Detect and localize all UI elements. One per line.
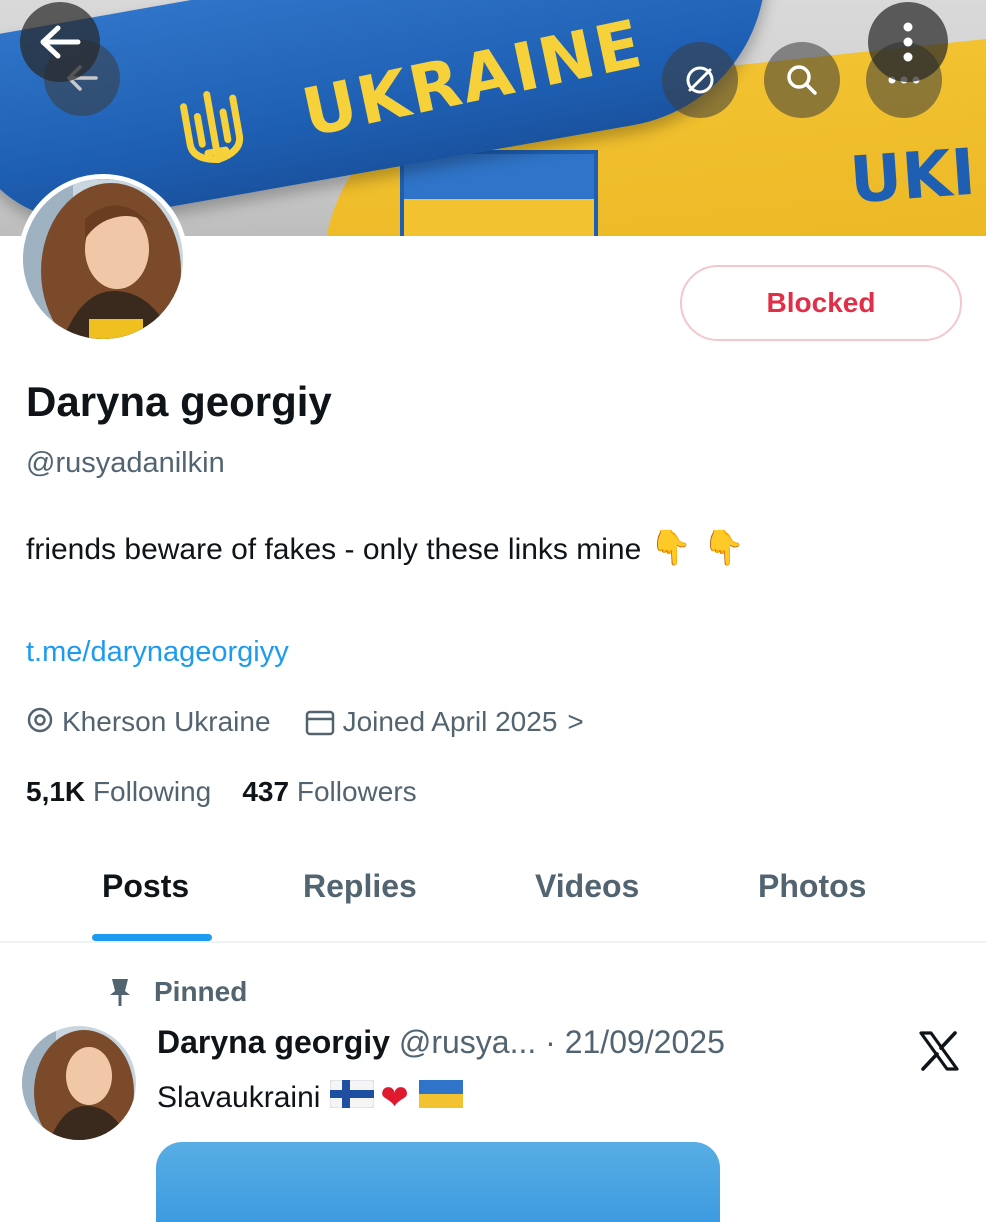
profile-link[interactable]: t.me/darynageorgiyy	[26, 636, 289, 669]
profile-stats: 5,1K Following 437 Followers	[26, 776, 417, 808]
location-icon	[26, 707, 54, 737]
tab-videos[interactable]: Videos	[535, 868, 639, 905]
following-label: Following	[92, 776, 212, 807]
blocked-button[interactable]: Blocked	[680, 265, 962, 341]
search-icon	[787, 65, 817, 95]
profile-handle: @rusyadanilkin	[26, 447, 225, 479]
tabs-divider	[0, 941, 986, 943]
pinned-text: Pinned	[154, 976, 248, 1007]
post-avatar-image	[22, 1026, 136, 1140]
pin-icon	[108, 977, 132, 1007]
profile-display-name: Daryna georgiy	[26, 378, 332, 425]
post-author-avatar[interactable]	[22, 1026, 136, 1140]
more-button[interactable]	[868, 2, 948, 82]
avatar-image	[23, 179, 183, 339]
post-header: Daryna georgiy @rusya... · 21/09/2025	[157, 1024, 725, 1061]
bio-text: friends beware of fakes - only these lin…	[26, 533, 642, 566]
pinned-label: Pinned	[108, 976, 247, 1008]
profile-avatar[interactable]	[18, 174, 188, 344]
trident-icon	[180, 91, 244, 164]
finland-flag-emoji	[329, 1079, 375, 1116]
following-count: 5,1K	[26, 776, 86, 807]
grok-button[interactable]	[662, 42, 738, 118]
post-separator: ·	[545, 1024, 556, 1060]
followers-count: 437	[242, 776, 290, 807]
post-text: Slavaukraini ❤	[157, 1078, 463, 1118]
tab-posts[interactable]: Posts	[102, 868, 189, 905]
ukraine-flag-emoji	[418, 1080, 463, 1116]
followers-label: Followers	[296, 776, 417, 807]
banner-ukraine-text-secondary: UKI	[847, 135, 978, 219]
profile-meta: Kherson Ukraine Joined April 2025 >	[26, 702, 584, 742]
search-button[interactable]	[764, 42, 840, 118]
back-button[interactable]	[20, 2, 100, 82]
profile-bio: friends beware of fakes - only these lin…	[26, 528, 745, 568]
profile-location: Kherson Ukraine	[62, 706, 271, 737]
banner-flag-block	[400, 150, 598, 236]
more-vertical-icon	[903, 22, 913, 62]
post-media-image[interactable]	[156, 1142, 720, 1222]
following-link[interactable]: 5,1K Following	[26, 776, 211, 807]
post-date[interactable]: 21/09/2025	[565, 1024, 725, 1060]
calendar-icon	[305, 708, 335, 736]
tab-replies[interactable]: Replies	[303, 868, 417, 905]
profile-joined[interactable]: Joined April 2025	[343, 706, 558, 738]
x-logo-icon[interactable]	[918, 1030, 960, 1072]
arrow-left-icon	[40, 25, 81, 59]
followers-link[interactable]: 437 Followers	[242, 776, 416, 807]
active-tab-indicator	[92, 934, 212, 941]
red-heart-emoji: ❤	[380, 1078, 409, 1118]
grok-icon	[686, 66, 714, 94]
chevron-right-icon[interactable]: >	[567, 706, 583, 738]
profile-tabs: Posts Replies Videos Photos	[0, 840, 986, 942]
post-text-body: Slavaukraini	[157, 1081, 321, 1114]
post-author-name[interactable]: Daryna georgiy	[157, 1024, 390, 1060]
post-author-handle[interactable]: @rusya...	[399, 1024, 536, 1060]
tab-photos[interactable]: Photos	[758, 868, 866, 905]
pointing-down-emoji: 👇 👇	[649, 528, 746, 568]
